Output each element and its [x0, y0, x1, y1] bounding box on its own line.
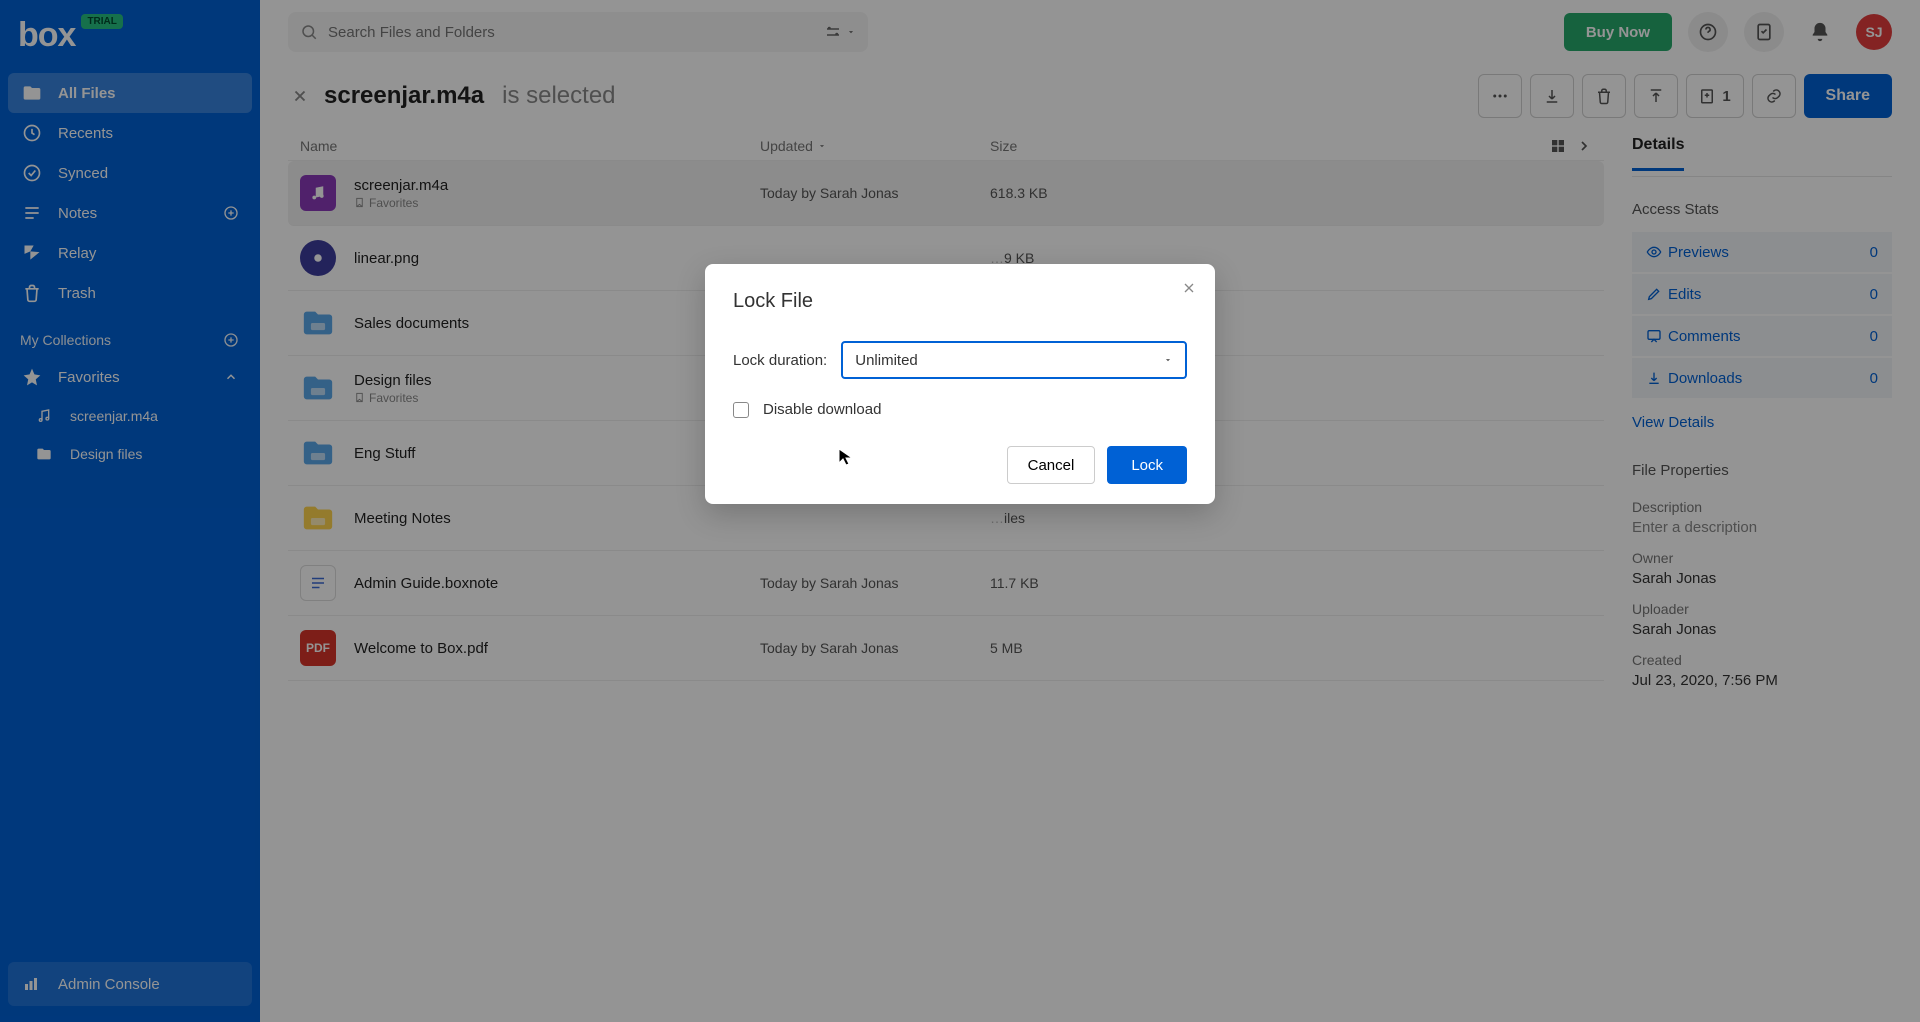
- disable-download-checkbox[interactable]: [733, 402, 749, 418]
- select-value: Unlimited: [855, 352, 918, 369]
- lock-button[interactable]: Lock: [1107, 446, 1187, 484]
- lock-duration-label: Lock duration:: [733, 352, 827, 369]
- cancel-button[interactable]: Cancel: [1007, 446, 1096, 484]
- lock-duration-select[interactable]: Unlimited: [841, 341, 1187, 379]
- chevron-down-icon: [1163, 355, 1173, 365]
- lock-file-modal: Lock File Lock duration: Unlimited Disab…: [705, 264, 1215, 504]
- modal-title: Lock File: [733, 290, 1187, 313]
- disable-download-label: Disable download: [763, 401, 881, 418]
- close-icon[interactable]: [1179, 278, 1199, 298]
- modal-overlay[interactable]: Lock File Lock duration: Unlimited Disab…: [0, 0, 1920, 1022]
